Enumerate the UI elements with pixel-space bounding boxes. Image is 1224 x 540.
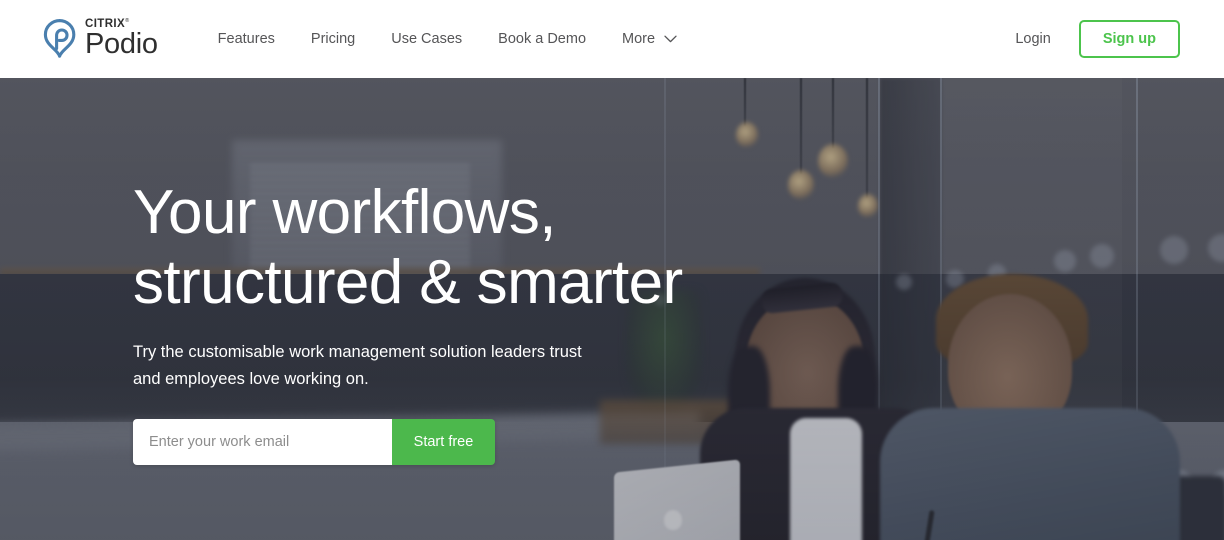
login-link[interactable]: Login xyxy=(1015,31,1050,47)
nav-item-features[interactable]: Features xyxy=(218,31,275,47)
hero-headline: Your workflows, structured & smarter xyxy=(133,182,693,314)
signup-button[interactable]: Sign up xyxy=(1078,20,1180,58)
email-signup-form: Start free xyxy=(133,419,495,466)
podio-logo[interactable]: CITRIX® Podio xyxy=(42,18,158,60)
logo-podio-text: Podio xyxy=(85,28,158,61)
nav-item-use-cases[interactable]: Use Cases xyxy=(391,31,462,47)
nav-item-pricing[interactable]: Pricing xyxy=(311,31,355,47)
hero-content: Your workflows, structured & smarter Try… xyxy=(133,182,693,466)
hero-headline-line1: Your workflows, xyxy=(133,178,556,247)
nav-item-book-a-demo[interactable]: Book a Demo xyxy=(498,31,586,47)
site-header: CITRIX® Podio Features Pricing Use Cases… xyxy=(0,0,1224,78)
header-actions: Login Sign up xyxy=(1015,20,1180,58)
logo-citrix-text: CITRIX® xyxy=(85,17,130,30)
work-email-input[interactable] xyxy=(133,419,392,466)
main-nav: Features Pricing Use Cases Book a Demo M… xyxy=(218,31,677,47)
registered-mark: ® xyxy=(125,18,130,25)
nav-item-more[interactable]: More xyxy=(622,31,677,47)
landing-page: CITRIX® Podio Features Pricing Use Cases… xyxy=(0,0,1224,540)
hero-headline-line2: structured & smarter xyxy=(133,248,683,317)
start-free-button[interactable]: Start free xyxy=(392,419,495,466)
logo-wordmark: CITRIX® Podio xyxy=(85,18,158,60)
podio-pin-icon xyxy=(43,19,76,58)
hero-section: Your workflows, structured & smarter Try… xyxy=(0,78,1224,540)
nav-item-more-label: More xyxy=(622,31,656,47)
hero-subheadline: Try the customisable work management sol… xyxy=(133,343,582,388)
chevron-down-icon xyxy=(664,35,677,43)
